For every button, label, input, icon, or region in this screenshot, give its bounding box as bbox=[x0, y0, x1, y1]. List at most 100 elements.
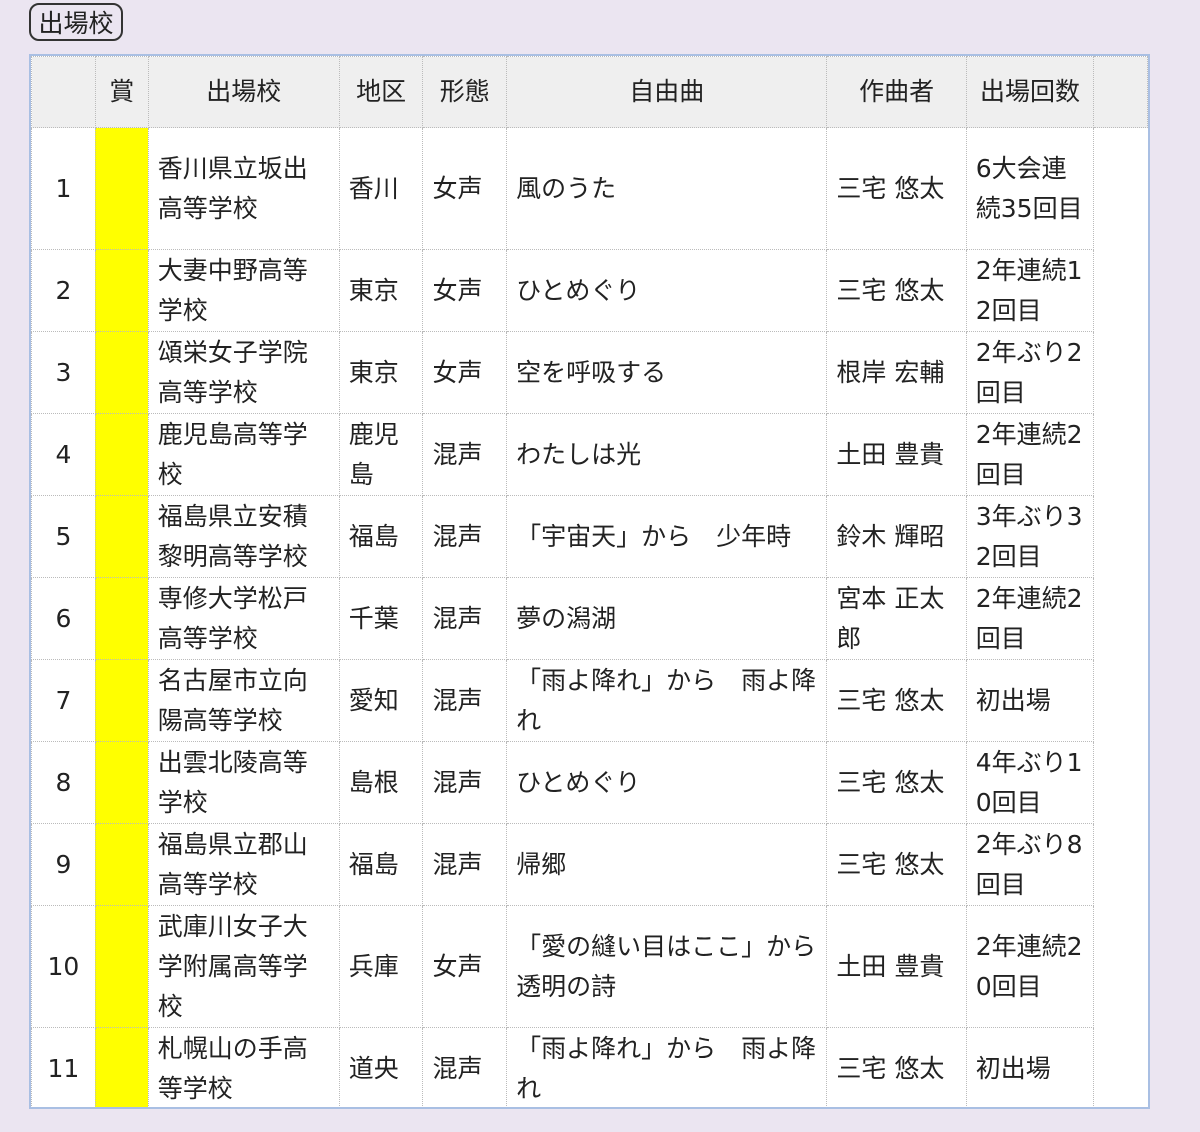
type-cell: 混声 bbox=[422, 823, 508, 906]
no-cell: 8 bbox=[31, 741, 96, 824]
table-row: 6 専修大学松戸高等学校 千葉 混声 夢の潟湖 宮本 正太郎 2年連続2回目 bbox=[31, 577, 1148, 660]
no-cell: 2 bbox=[31, 249, 96, 332]
no-cell: 1 bbox=[31, 127, 96, 250]
prize-cell bbox=[94, 127, 149, 250]
empty-header bbox=[1093, 56, 1148, 128]
empty-cell bbox=[1094, 578, 1148, 660]
piece-cell: 風のうた bbox=[506, 127, 828, 250]
piece-cell: 「宇宙天」から 少年時 bbox=[506, 495, 828, 578]
type-cell: 混声 bbox=[422, 577, 508, 660]
empty-cell bbox=[1094, 660, 1148, 742]
no-cell: 7 bbox=[31, 659, 96, 742]
composer-cell: 三宅 悠太 bbox=[826, 127, 967, 250]
prize-cell bbox=[94, 823, 149, 906]
col-composer-header: 作曲者 bbox=[826, 56, 967, 128]
area-cell: 東京 bbox=[338, 249, 424, 332]
count-cell: 2年連続20回目 bbox=[965, 905, 1095, 1028]
empty-cell bbox=[1094, 824, 1148, 906]
school-cell: 名古屋市立向陽高等学校 bbox=[147, 659, 340, 742]
composer-cell: 三宅 悠太 bbox=[826, 741, 967, 824]
area-cell: 香川 bbox=[338, 127, 424, 250]
empty-cell bbox=[1094, 250, 1148, 332]
composer-cell: 鈴木 輝昭 bbox=[826, 495, 967, 578]
composer-cell: 三宅 悠太 bbox=[826, 823, 967, 906]
table-row: 10 武庫川女子大学附属高等学校 兵庫 女声 「愛の縫い目はここ」から 透明の詩 土田 豊… bbox=[31, 905, 1148, 1028]
table-row: 11 札幌山の手高等学校 道央 混声 「雨よ降れ」から 雨よ降れ 三宅 悠太 初出場 bbox=[31, 1027, 1148, 1108]
table-row: 9 福島県立郡山高等学校 福島 混声 帰郷 三宅 悠太 2年ぶり8回目 bbox=[31, 823, 1148, 906]
table-row: 2 大妻中野高等学校 東京 女声 ひとめぐり 三宅 悠太 2年連続12回目 bbox=[31, 249, 1148, 332]
col-piece-header: 自由曲 bbox=[506, 56, 828, 128]
piece-cell: ひとめぐり bbox=[506, 249, 828, 332]
school-cell: 頌栄女子学院高等学校 bbox=[147, 331, 340, 414]
table-row: 1 香川県立坂出高等学校 香川 女声 風のうた 三宅 悠太 6大会連続35回目 bbox=[31, 127, 1148, 250]
prize-cell bbox=[94, 659, 149, 742]
composer-cell: 土田 豊貴 bbox=[826, 905, 967, 1028]
composer-cell: 土田 豊貴 bbox=[826, 413, 967, 496]
count-cell: 2年連続12回目 bbox=[965, 249, 1095, 332]
school-cell: 専修大学松戸高等学校 bbox=[147, 577, 340, 660]
area-cell: 福島 bbox=[338, 823, 424, 906]
piece-cell: 空を呼吸する bbox=[506, 331, 828, 414]
table-row: 8 出雲北陵高等学校 島根 混声 ひとめぐり 三宅 悠太 4年ぶり10回目 bbox=[31, 741, 1148, 824]
type-cell: 混声 bbox=[422, 659, 508, 742]
prize-cell bbox=[94, 741, 149, 824]
school-cell: 鹿児島高等学校 bbox=[147, 413, 340, 496]
prize-cell bbox=[94, 249, 149, 332]
type-cell: 女声 bbox=[422, 249, 508, 332]
piece-cell: 夢の潟湖 bbox=[506, 577, 828, 660]
table-row: 5 福島県立安積黎明高等学校 福島 混声 「宇宙天」から 少年時 鈴木 輝昭 3年ぶり32回… bbox=[31, 495, 1148, 578]
section-label: 出場校 bbox=[29, 3, 123, 41]
prize-cell bbox=[94, 577, 149, 660]
count-cell: 4年ぶり10回目 bbox=[965, 741, 1095, 824]
area-cell: 東京 bbox=[338, 331, 424, 414]
type-cell: 女声 bbox=[422, 905, 508, 1028]
schools-table-container: 賞出場校 地区 形態 自由曲 作曲者 出場回数 1 香川県立坂出高等学校 香川 女声 風のうた 三宅… bbox=[29, 54, 1150, 1109]
table-row: 7 名古屋市立向陽高等学校 愛知 混声 「雨よ降れ」から 雨よ降れ 三宅 悠太 初出場 bbox=[31, 659, 1148, 742]
type-cell: 混声 bbox=[422, 413, 508, 496]
no-cell: 5 bbox=[31, 495, 96, 578]
col-number-header bbox=[31, 56, 96, 128]
school-cell: 福島県立郡山高等学校 bbox=[147, 823, 340, 906]
school-cell: 札幌山の手高等学校 bbox=[147, 1027, 340, 1107]
prize-cell bbox=[94, 905, 149, 1028]
area-cell: 千葉 bbox=[338, 577, 424, 660]
type-cell: 混声 bbox=[422, 1027, 508, 1107]
empty-cell bbox=[1094, 1028, 1148, 1108]
type-cell: 女声 bbox=[422, 331, 508, 414]
no-cell: 10 bbox=[31, 905, 96, 1028]
no-cell: 9 bbox=[31, 823, 96, 906]
empty-cell bbox=[1094, 742, 1148, 824]
prize-cell bbox=[94, 331, 149, 414]
piece-cell: 「愛の縫い目はここ」から 透明の詩 bbox=[506, 905, 841, 1028]
composer-cell: 三宅 悠太 bbox=[826, 1027, 967, 1107]
count-cell: 2年連続2回目 bbox=[965, 413, 1095, 496]
count-cell: 2年連続2回目 bbox=[965, 577, 1095, 660]
header-row: 賞出場校 地区 形態 自由曲 作曲者 出場回数 bbox=[31, 56, 1148, 128]
empty-cell bbox=[1094, 332, 1148, 414]
composer-cell: 三宅 悠太 bbox=[826, 249, 967, 332]
no-cell: 3 bbox=[31, 331, 96, 414]
col-school-header: 出場校 bbox=[147, 56, 340, 128]
empty-cell bbox=[1094, 906, 1148, 1028]
piece-cell: ひとめぐり bbox=[506, 741, 828, 824]
col-prize-header: 賞 bbox=[94, 56, 149, 128]
area-cell: 道央 bbox=[338, 1027, 424, 1107]
school-cell: 福島県立安積黎明高等学校 bbox=[147, 495, 340, 578]
piece-cell: 「雨よ降れ」から 雨よ降れ bbox=[506, 659, 828, 742]
piece-cell: わたしは光 bbox=[506, 413, 828, 496]
count-cell: 3年ぶり32回目 bbox=[965, 495, 1095, 578]
no-cell: 11 bbox=[31, 1027, 96, 1107]
prize-cell bbox=[94, 413, 149, 496]
type-cell: 混声 bbox=[422, 741, 508, 824]
prize-cell bbox=[94, 495, 149, 578]
count-cell: 2年ぶり2回目 bbox=[965, 331, 1095, 414]
school-cell: 大妻中野高等学校 bbox=[147, 249, 340, 332]
count-cell: 初出場 bbox=[965, 1027, 1095, 1107]
piece-cell: 帰郷 bbox=[506, 823, 828, 906]
school-cell: 出雲北陵高等学校 bbox=[147, 741, 340, 824]
area-cell: 鹿児島 bbox=[338, 413, 424, 496]
empty-cell bbox=[1094, 496, 1148, 578]
area-cell: 兵庫 bbox=[338, 905, 424, 1028]
no-cell: 4 bbox=[31, 413, 96, 496]
table-row: 3 頌栄女子学院高等学校 東京 女声 空を呼吸する 根岸 宏輔 2年ぶり2回目 bbox=[31, 331, 1148, 414]
